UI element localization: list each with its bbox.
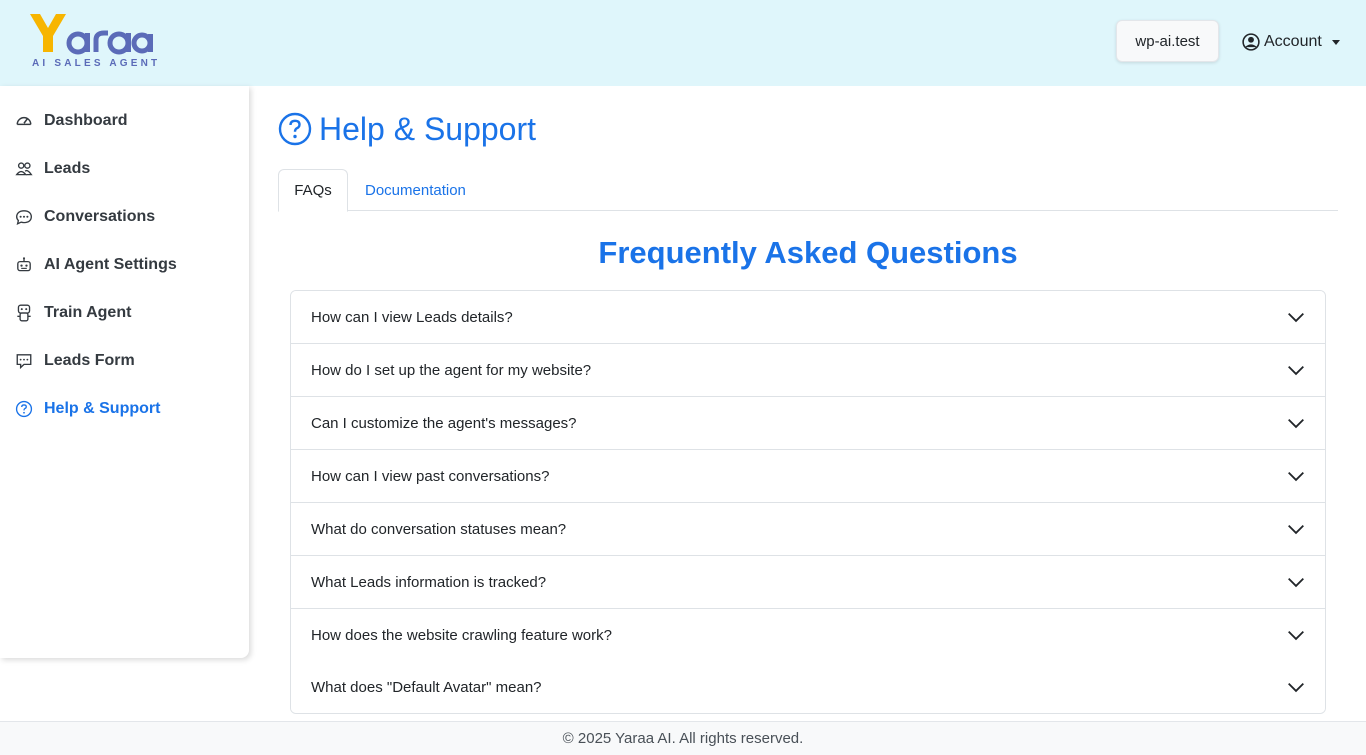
yaraa-logo[interactable]: AI SALES AGENT [26,10,157,72]
sidebar-item-help-support[interactable]: Help & Support [14,397,160,421]
faq-question: How can I view Leads details? [311,308,513,326]
tab-faqs[interactable]: FAQs [278,169,348,212]
sidebar-item-label: Dashboard [44,112,128,129]
faq-question: How do I set up the agent for my website… [311,361,592,379]
caret-down-icon [1331,39,1340,45]
chevron-down-icon [1288,418,1304,429]
chevron-down-icon [1288,577,1304,588]
help-tabs: FAQs Documentation [278,169,1338,212]
sidebar-item-dashboard[interactable]: Dashboard [14,109,128,133]
faq-question: Can I customize the agent's messages? [311,414,577,432]
chevron-down-icon [1288,471,1304,482]
tab-documentation[interactable]: Documentation [365,169,466,211]
faq-question: How does the website crawling feature wo… [311,626,612,644]
chevron-down-icon [1288,365,1304,376]
sidebar-item-ai-agent-settings[interactable]: AI Agent Settings [14,253,177,277]
chevron-down-icon [1288,630,1304,641]
faq-heading: Frequently Asked Questions [598,235,1018,270]
faq-item[interactable]: How do I set up the agent for my website… [291,344,1325,397]
question-circle-icon [14,399,34,419]
top-header: AI SALES AGENT wp-ai.test Account [0,0,1366,86]
chevron-down-icon [1288,312,1304,323]
logo-tagline: AI SALES AGENT [32,58,161,69]
page-title: Help & Support [278,109,536,149]
chevron-down-icon [1288,524,1304,535]
site-button[interactable]: wp-ai.test [1116,20,1219,62]
faq-question: What Leads information is tracked? [311,573,547,591]
faq-accordion: How can I view Leads details? How do I s… [290,290,1326,714]
people-icon [14,159,34,179]
speedometer-icon [14,111,34,131]
robot-icon [14,255,34,275]
faq-question: What do conversation statuses mean? [311,520,567,538]
faq-item[interactable]: What does "Default Avatar" mean? [291,661,1325,713]
faq-item[interactable]: Can I customize the agent's messages? [291,397,1325,450]
sidebar-item-train-agent[interactable]: Train Agent [14,301,131,325]
faq-item[interactable]: How does the website crawling feature wo… [291,609,1325,662]
sidebar-item-conversations[interactable]: Conversations [14,205,155,229]
faq-question: What does "Default Avatar" mean? [311,679,542,696]
chat-dots-icon [14,207,34,227]
sidebar-item-label: Train Agent [44,304,132,321]
faq-item[interactable]: How can I view past conversations? [291,450,1325,503]
person-circle-icon [1242,33,1260,51]
page-title-text: Help & Support [319,110,537,147]
sidebar-item-label: Help & Support [44,400,161,417]
logo-mark [30,14,153,55]
sidebar-item-leads-form[interactable]: Leads Form [14,349,135,373]
faq-item[interactable]: How can I view Leads details? [291,291,1325,344]
account-label: Account [1264,33,1322,50]
faq-item[interactable]: What Leads information is tracked? [291,556,1325,609]
account-dropdown[interactable]: Account [1242,31,1340,53]
sidebar: Dashboard Leads Conversations AI Agent S… [0,86,249,658]
faq-question: How can I view past conversations? [311,467,550,485]
sidebar-item-label: Leads Form [44,352,135,369]
footer-copyright: © 2025 Yaraa AI. All rights reserved. [562,730,804,747]
sidebar-item-label: AI Agent Settings [44,256,177,273]
sidebar-item-label: Conversations [44,208,156,225]
footer: © 2025 Yaraa AI. All rights reserved. [0,721,1366,755]
form-chat-icon [14,351,34,371]
chevron-down-icon [1288,682,1304,693]
sidebar-item-label: Leads [44,160,91,177]
sidebar-item-leads[interactable]: Leads [14,157,90,181]
train-agent-icon [14,303,34,323]
faq-item[interactable]: What do conversation statuses mean? [291,503,1325,556]
question-circle-icon [278,112,312,146]
